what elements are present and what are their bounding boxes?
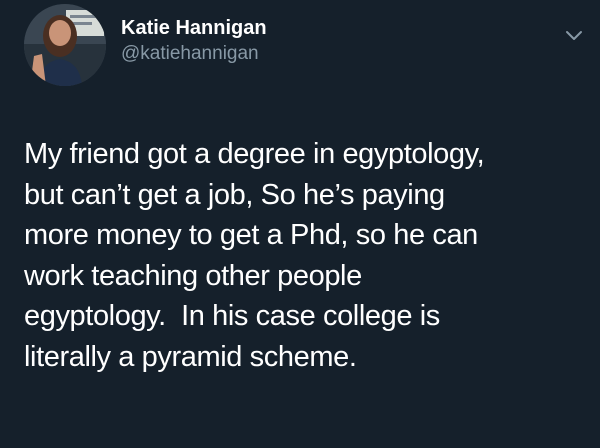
- tweet-author[interactable]: Katie Hannigan @katiehannigan: [121, 16, 267, 66]
- tweet-text-line: literally a pyramid scheme.: [24, 340, 357, 373]
- avatar[interactable]: [24, 4, 106, 86]
- chevron-down-icon[interactable]: [563, 24, 585, 46]
- tweet-card: Katie Hannigan @katiehannigan My friend …: [0, 0, 600, 448]
- tweet-text: My friend got a degree in egyptology, bu…: [24, 134, 590, 377]
- tweet-text-line: more money to get a Phd, so he can: [24, 219, 478, 251]
- author-handle: @katiehannigan: [121, 43, 259, 64]
- tweet-text-line: egyptology. In his case college is: [24, 300, 440, 332]
- tweet-text-line: work teaching other people: [24, 259, 362, 292]
- author-display-name: Katie Hannigan: [121, 17, 267, 39]
- profile-photo-icon: [24, 4, 106, 86]
- tweet-text-line: My friend got a degree in egyptology,: [24, 138, 485, 170]
- tweet-text-line: but can’t get a job, So he’s paying: [24, 178, 445, 211]
